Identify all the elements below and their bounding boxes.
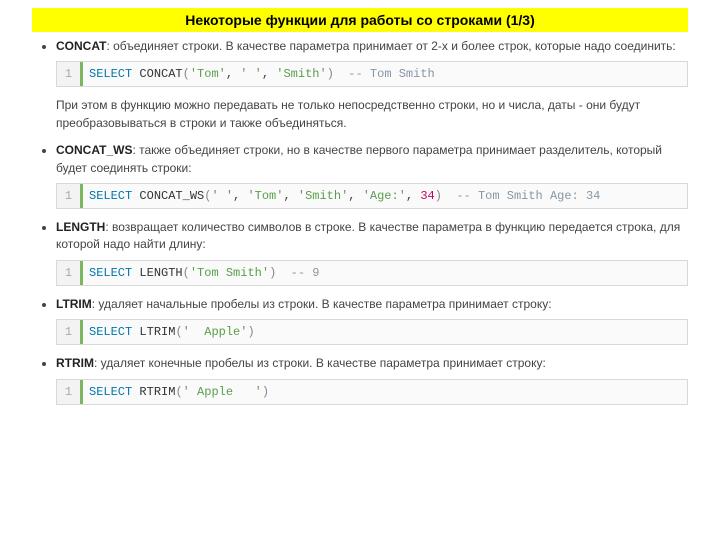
- number-literal: 34: [420, 189, 434, 203]
- line-number: 1: [57, 320, 83, 344]
- code-line: SELECT LTRIM(' Apple'): [83, 320, 261, 344]
- keyword: SELECT: [89, 325, 139, 339]
- item-description: LTRIM: удаляет начальные пробелы из стро…: [56, 296, 688, 313]
- description-text: : объединяет строки. В качестве параметр…: [106, 39, 675, 53]
- string-literal: 'Smith': [298, 189, 348, 203]
- string-literal: ' Apple ': [183, 385, 262, 399]
- arg-separator: ,: [226, 67, 240, 81]
- item-description: RTRIM: удаляет конечные пробелы из строк…: [56, 355, 688, 372]
- paren-open: (: [183, 67, 190, 81]
- arg-separator: ,: [348, 189, 362, 203]
- code-block: 1SELECT LENGTH('Tom Smith') -- 9: [56, 260, 688, 286]
- list-item: LTRIM: удаляет начальные пробелы из стро…: [56, 296, 688, 345]
- function-list: CONCAT: объединяет строки. В качестве па…: [0, 38, 720, 405]
- description-text: : возвращает количество символов в строк…: [56, 220, 680, 251]
- description-text: : также объединяет строки, но в качестве…: [56, 143, 662, 174]
- function-name: RTRIM: [139, 385, 175, 399]
- function-name: CONCAT_WS: [139, 189, 204, 203]
- arg-separator: ,: [283, 189, 297, 203]
- function-name: CONCAT: [139, 67, 182, 81]
- string-literal: 'Tom': [247, 189, 283, 203]
- line-number: 1: [57, 184, 83, 208]
- list-item: CONCAT: объединяет строки. В качестве па…: [56, 38, 688, 132]
- comment: -- Tom Smith Age: 34: [442, 189, 600, 203]
- string-literal: 'Smith': [276, 67, 326, 81]
- function-name: LENGTH: [139, 266, 182, 280]
- function-title: CONCAT: [56, 39, 106, 53]
- comment: -- 9: [276, 266, 319, 280]
- description-text: : удаляет конечные пробелы из строки. В …: [94, 356, 546, 370]
- item-description: LENGTH: возвращает количество символов в…: [56, 219, 688, 254]
- code-line: SELECT LENGTH('Tom Smith') -- 9: [83, 261, 325, 285]
- page-title: Некоторые функции для работы со строками…: [32, 8, 688, 32]
- paren-open: (: [175, 385, 182, 399]
- comment: -- Tom Smith: [334, 67, 435, 81]
- keyword: SELECT: [89, 385, 139, 399]
- code-block: 1SELECT RTRIM(' Apple '): [56, 379, 688, 405]
- code-line: SELECT CONCAT_WS(' ', 'Tom', 'Smith', 'A…: [83, 184, 606, 208]
- function-title: LENGTH: [56, 220, 105, 234]
- paren-open: (: [183, 266, 190, 280]
- arg-separator: ,: [262, 67, 276, 81]
- item-description: CONCAT_WS: также объединяет строки, но в…: [56, 142, 688, 177]
- list-item: LENGTH: возвращает количество символов в…: [56, 219, 688, 286]
- arg-separator: ,: [233, 189, 247, 203]
- code-block: 1SELECT CONCAT_WS(' ', 'Tom', 'Smith', '…: [56, 183, 688, 209]
- code-block: 1SELECT LTRIM(' Apple'): [56, 319, 688, 345]
- string-literal: 'Tom': [190, 67, 226, 81]
- string-literal: ' ': [240, 67, 262, 81]
- paren-close: ): [327, 67, 334, 81]
- code-block: 1SELECT CONCAT('Tom', ' ', 'Smith') -- T…: [56, 61, 688, 87]
- string-literal: ' Apple': [183, 325, 248, 339]
- function-title: CONCAT_WS: [56, 143, 132, 157]
- paren-close: ): [262, 385, 269, 399]
- note-text: При этом в функцию можно передавать не т…: [56, 97, 688, 132]
- string-literal: 'Tom Smith': [190, 266, 269, 280]
- keyword: SELECT: [89, 266, 139, 280]
- line-number: 1: [57, 261, 83, 285]
- keyword: SELECT: [89, 189, 139, 203]
- string-literal: 'Age:': [363, 189, 406, 203]
- line-number: 1: [57, 62, 83, 86]
- description-text: : удаляет начальные пробелы из строки. В…: [92, 297, 552, 311]
- function-name: LTRIM: [139, 325, 175, 339]
- paren-close: ): [247, 325, 254, 339]
- keyword: SELECT: [89, 67, 139, 81]
- list-item: RTRIM: удаляет конечные пробелы из строк…: [56, 355, 688, 404]
- string-literal: ' ': [211, 189, 233, 203]
- paren-close: ): [435, 189, 442, 203]
- function-title: RTRIM: [56, 356, 94, 370]
- line-number: 1: [57, 380, 83, 404]
- code-line: SELECT CONCAT('Tom', ' ', 'Smith') -- To…: [83, 62, 441, 86]
- paren-open: (: [175, 325, 182, 339]
- arg-separator: ,: [406, 189, 420, 203]
- item-description: CONCAT: объединяет строки. В качестве па…: [56, 38, 688, 55]
- code-line: SELECT RTRIM(' Apple '): [83, 380, 275, 404]
- function-title: LTRIM: [56, 297, 92, 311]
- list-item: CONCAT_WS: также объединяет строки, но в…: [56, 142, 688, 209]
